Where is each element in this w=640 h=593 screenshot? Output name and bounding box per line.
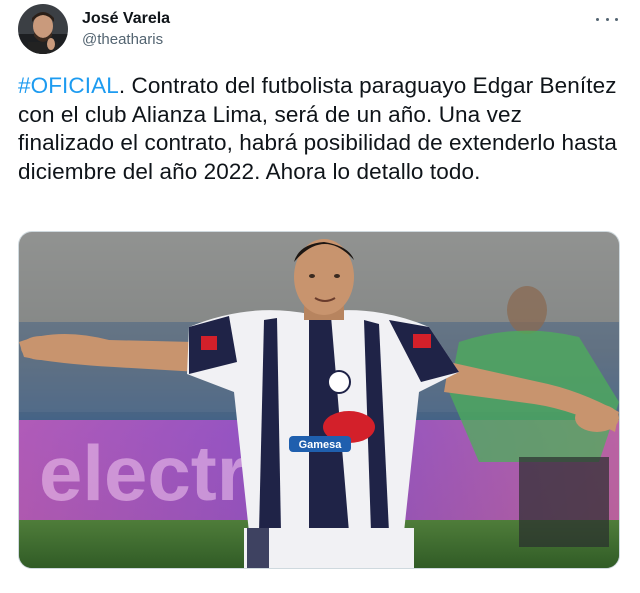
author-names: José Varela @theatharis xyxy=(82,9,170,50)
jersey-sponsor: Gamesa xyxy=(299,439,343,451)
display-name[interactable]: José Varela xyxy=(82,9,170,29)
user-handle[interactable]: @theatharis xyxy=(82,30,170,50)
truncated-footer xyxy=(18,584,622,593)
footballer-photo: electro Gamesa xyxy=(19,232,619,568)
avatar[interactable] xyxy=(18,4,68,54)
more-horizontal-icon[interactable] xyxy=(596,14,618,24)
tweet-photo[interactable]: electro Gamesa xyxy=(18,231,620,569)
tweet-text: #OFICIAL. Contrato del futbolista paragu… xyxy=(18,72,622,186)
tweet-card: José Varela @theatharis #OFICIAL. Contra… xyxy=(0,0,640,593)
tweet-header: José Varela @theatharis xyxy=(18,4,170,54)
hashtag-link[interactable]: #OFICIAL xyxy=(18,73,119,98)
